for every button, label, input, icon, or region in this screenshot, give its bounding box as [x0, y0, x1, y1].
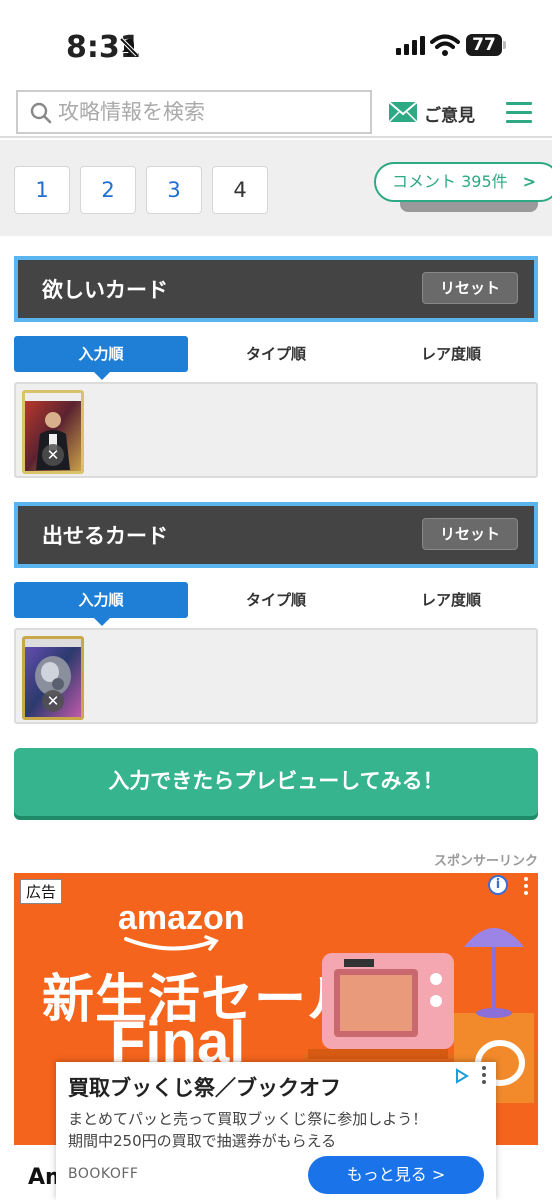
ad-overlay-brand: BOOKOFF [68, 1166, 139, 1182]
sponsored-link-label: スポンサーリンク [433, 854, 538, 869]
battery-nub [503, 41, 506, 49]
mail-icon [388, 101, 418, 123]
give-cards-box: ✕ [14, 628, 538, 724]
give-cards-header: 出せるカード リセット [14, 502, 538, 568]
site-header: ご意見 [0, 88, 552, 138]
ad-overlay-card[interactable]: 買取ブッくじ祭／ブックオフ まとめてパッと売って買取ブッくじ祭に参加しよう！ 期… [56, 1062, 496, 1200]
want-cards-box: ✕ [14, 382, 538, 478]
ad-info-icon[interactable]: i [488, 875, 508, 895]
ad-more-options-icon[interactable] [524, 877, 528, 895]
give-tab-type-order[interactable]: タイプ順 [189, 582, 363, 618]
give-tab-input-order[interactable]: 入力順 [14, 582, 188, 626]
wifi-icon [430, 34, 460, 56]
ad-see-more-button[interactable]: もっと見る > [308, 1156, 484, 1194]
search-input[interactable] [58, 96, 358, 128]
ad-label: 広告 [20, 879, 63, 904]
comments-button[interactable]: コメント 395件 > [374, 162, 552, 202]
ad-overlay-desc-line1: まとめてパッと売って買取ブッくじ祭に参加しよう！ [68, 1110, 428, 1128]
want-tab-rarity-order[interactable]: レア度順 [364, 336, 538, 372]
remove-card-icon[interactable]: ✕ [42, 690, 64, 712]
bell-muted-icon [119, 37, 139, 57]
give-cards-title: 出せるカード [42, 524, 168, 548]
want-cards-title: 欲しいカード [42, 278, 168, 302]
ad-overlay-desc-line2: 期間中250円の買取で抽選券がもらえる [68, 1132, 337, 1150]
feedback-link[interactable]: ご意見 [388, 100, 478, 126]
give-tab-rarity-order[interactable]: レア度順 [364, 582, 538, 618]
comments-label: コメント 395件 [392, 172, 508, 191]
want-tab-input-order[interactable]: 入力順 [14, 336, 188, 380]
give-reset-button[interactable]: リセット [422, 518, 518, 550]
amazon-smile-icon [124, 935, 219, 951]
adchoices-icon[interactable] [454, 1068, 470, 1084]
want-sort-tabs: 入力順 タイプ順 レア度順 [14, 336, 538, 380]
feedback-label: ご意見 [424, 106, 475, 126]
want-tab-type-order[interactable]: タイプ順 [189, 336, 363, 372]
amazon-logo-text: amazon [118, 899, 245, 937]
pagination-area: 1 2 3 4 コメント 395件 > [0, 140, 552, 236]
preview-button[interactable]: 入力できたらプレビューしてみる！ [14, 748, 538, 816]
page-button-1[interactable]: 1 [14, 166, 70, 214]
give-sort-tabs: 入力順 タイプ順 レア度順 [14, 582, 538, 626]
page-button-3[interactable]: 3 [146, 166, 202, 214]
ad-overlay-title: 買取ブッくじ祭／ブックオフ [68, 1076, 341, 1100]
search-box[interactable] [16, 90, 372, 134]
search-icon [30, 102, 52, 124]
battery-indicator: 77 [466, 34, 502, 56]
want-cards-header: 欲しいカード リセット [14, 256, 538, 322]
ad-overlay-options-icon[interactable] [482, 1066, 486, 1084]
hamburger-menu-icon[interactable] [506, 102, 532, 123]
want-card-thumbnail[interactable]: ✕ [22, 390, 84, 474]
chevron-right-icon: > [522, 172, 536, 191]
give-card-thumbnail[interactable]: ✕ [22, 636, 84, 720]
remove-card-icon[interactable]: ✕ [42, 444, 64, 466]
page-button-2[interactable]: 2 [80, 166, 136, 214]
signal-icon [396, 36, 425, 55]
page-button-4-current[interactable]: 4 [212, 166, 268, 214]
want-reset-button[interactable]: リセット [422, 272, 518, 304]
status-bar: 8:31 77 [0, 0, 552, 88]
